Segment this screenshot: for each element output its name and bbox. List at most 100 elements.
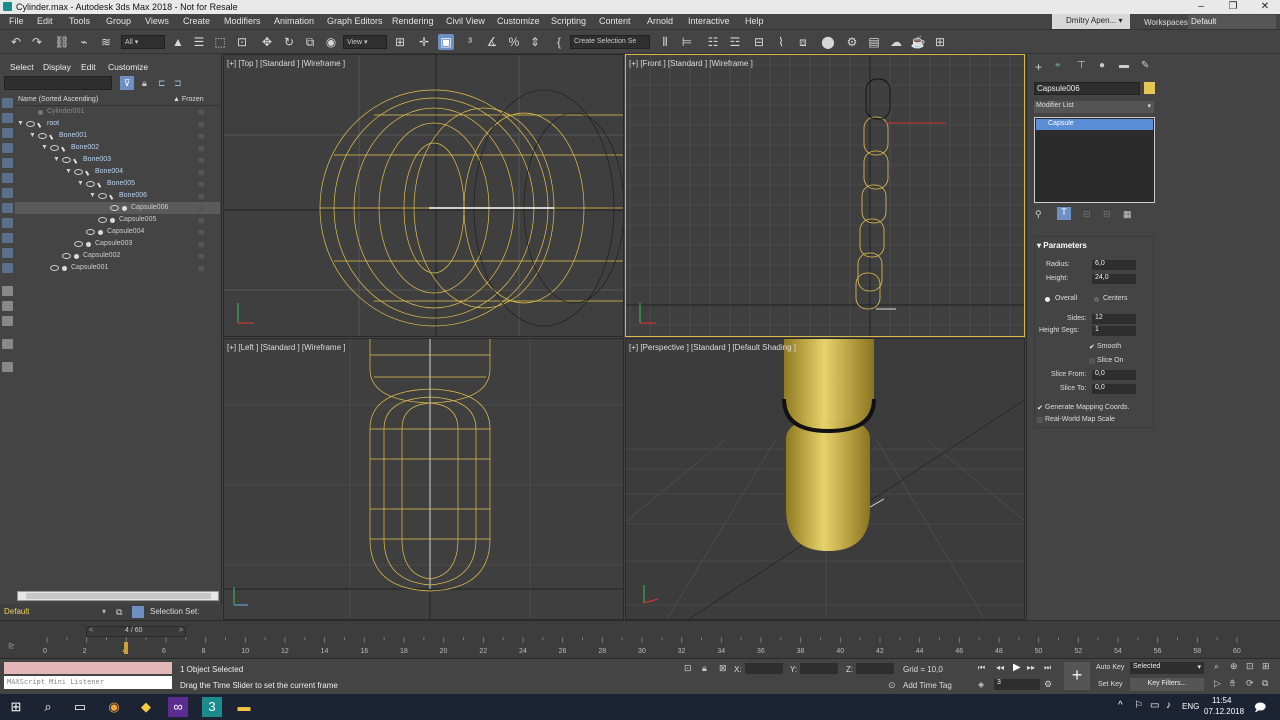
display-cameras-icon[interactable]	[2, 158, 13, 168]
display-invert-icon[interactable]	[2, 301, 13, 311]
create-tab-icon[interactable]: +	[1035, 60, 1042, 74]
overall-radio[interactable]	[1045, 297, 1050, 302]
prev-frame-icon[interactable]: ◂◂	[996, 663, 1004, 672]
menu-help[interactable]: Help	[745, 16, 764, 26]
scene-row[interactable]: ▼ Bone006	[15, 190, 220, 202]
display-children-icon[interactable]	[2, 316, 13, 326]
scene-row[interactable]: ▼ Bone004	[15, 166, 220, 178]
scene-row[interactable]: ▼ Bone005	[15, 178, 220, 190]
keyboard-shortcut-override-icon[interactable]: ▣	[438, 34, 454, 50]
notifications-icon[interactable]: 🗩︎	[1254, 699, 1266, 718]
minimize-button[interactable]: –	[1186, 1, 1216, 12]
toggle-layer-explorer-icon[interactable]: ☲	[727, 34, 743, 50]
sides-spinner[interactable]: 12	[1092, 314, 1136, 324]
expand-arrow-icon[interactable]: ▼	[53, 154, 60, 166]
expand-arrow-icon[interactable]: ▼	[89, 190, 96, 202]
key-mode-toggle-icon[interactable]: ◈	[978, 680, 984, 689]
viewport-front[interactable]: [+] [Front ] [Standard ] [Wireframe ]	[625, 54, 1025, 337]
menu-customize[interactable]: Customize	[497, 16, 540, 26]
scene-tab-customize[interactable]: Customize	[108, 62, 148, 72]
scene-row[interactable]: Capsule002	[15, 250, 220, 262]
frozen-toggle-icon[interactable]	[198, 242, 204, 247]
x-coordinate-field[interactable]	[745, 663, 783, 674]
redo-icon[interactable]: ↷	[29, 34, 45, 50]
display-groups-icon[interactable]	[2, 203, 13, 213]
z-coordinate-field[interactable]	[856, 663, 894, 674]
column-frozen-header[interactable]: ▲ Frozen	[173, 96, 204, 103]
viewport-top[interactable]: [+] [Top ] [Standard ] [Wireframe ]	[223, 54, 624, 337]
maximize-viewport-icon[interactable]: ⧉	[1262, 678, 1268, 689]
visibility-eye-icon[interactable]	[110, 205, 119, 211]
curve-editor-icon[interactable]: ⌇	[773, 34, 789, 50]
y-coordinate-field[interactable]	[800, 663, 838, 674]
lock-icon[interactable]: 🔒︎	[142, 78, 147, 89]
slice-on-checkbox[interactable]	[1089, 358, 1095, 364]
frozen-toggle-icon[interactable]	[198, 182, 204, 187]
auto-key-button[interactable]: Auto Key	[1096, 664, 1124, 671]
expand-arrow-icon[interactable]: ▼	[17, 118, 24, 130]
frozen-toggle-icon[interactable]	[198, 266, 204, 271]
zoom-icon[interactable]: ⌕	[1214, 661, 1219, 672]
filter-funnel-icon[interactable]	[2, 339, 13, 349]
rendered-frame-window-icon[interactable]: ▤	[866, 34, 882, 50]
layers-icon[interactable]: ⧉	[116, 607, 122, 618]
display-xrefs-icon[interactable]	[2, 218, 13, 228]
workspace-dropdown[interactable]: Default	[1188, 15, 1276, 29]
absolute-mode-icon[interactable]: ⊠	[719, 663, 727, 674]
scene-row[interactable]: ▼ Bone001	[15, 130, 220, 142]
menu-create[interactable]: Create	[183, 16, 210, 26]
ref-coord-dropdown[interactable]: View ▾	[343, 35, 387, 49]
frozen-toggle-icon[interactable]	[198, 146, 204, 151]
object-color-swatch[interactable]	[1144, 82, 1155, 94]
toggle-scene-explorer-icon[interactable]: ☷	[705, 34, 721, 50]
language-indicator[interactable]: ENG	[1182, 702, 1199, 711]
next-frame-icon[interactable]: ▸▸	[1027, 663, 1035, 672]
material-editor-icon[interactable]: ⬤	[820, 34, 836, 50]
clock-time[interactable]: 11:54	[1212, 696, 1231, 705]
visibility-eye-icon[interactable]	[74, 241, 83, 247]
move-icon[interactable]: ✥	[259, 34, 275, 50]
frozen-toggle-icon[interactable]	[198, 170, 204, 175]
display-bones-icon[interactable]	[2, 233, 13, 243]
select-manipulate-icon[interactable]: ✛	[416, 34, 432, 50]
viewport-top-label[interactable]: [+] [Top ] [Standard ] [Wireframe ]	[227, 59, 345, 68]
unlink-icon[interactable]: ⌁	[76, 34, 92, 50]
field-of-view-icon[interactable]: ▷	[1214, 678, 1221, 689]
display-frozen-icon[interactable]	[2, 263, 13, 273]
menu-arnold[interactable]: Arnold	[647, 16, 673, 26]
goto-start-icon[interactable]: ⏮	[978, 663, 985, 673]
rotate-icon[interactable]: ↻	[281, 34, 297, 50]
current-frame-spinner[interactable]: 3	[994, 679, 1040, 690]
scene-tab-display[interactable]: Display	[43, 62, 71, 72]
slice-to-spinner[interactable]: 0,0	[1092, 384, 1136, 394]
render-production-icon[interactable]: ☁	[888, 34, 904, 50]
visibility-eye-icon[interactable]	[86, 229, 95, 235]
clock-date[interactable]: 07.12.2018	[1204, 707, 1244, 716]
window-crossing-icon[interactable]: ⊡	[234, 34, 250, 50]
layer-dropdown-arrow-icon[interactable]: ▾	[102, 607, 106, 616]
spinner-snap-icon[interactable]: ⇕	[527, 34, 543, 50]
expand-arrow-icon[interactable]: ▼	[41, 142, 48, 154]
viewport-perspective-label[interactable]: [+] [Perspective ] [Standard ] [Default …	[629, 343, 796, 352]
column-name-header[interactable]: Name (Sorted Ascending)	[18, 96, 98, 103]
scene-row[interactable]: ▼ Bone002	[15, 142, 220, 154]
scene-tab-select[interactable]: Select	[10, 62, 34, 72]
sketch-app-icon[interactable]: ◆	[136, 697, 156, 717]
visibility-eye-icon[interactable]	[62, 253, 71, 259]
display-lights-icon[interactable]	[2, 143, 13, 153]
menu-content[interactable]: Content	[599, 16, 631, 26]
show-end-result-icon[interactable]: T	[1057, 207, 1071, 220]
set-key-button[interactable]: Set Key	[1098, 681, 1123, 688]
modifier-list-dropdown[interactable]: Modifier List ▾	[1034, 101, 1154, 113]
maxscript-listener[interactable]: MAXScript Mini Listener	[4, 676, 172, 689]
show-hidden-icons-icon[interactable]: ^	[1118, 700, 1123, 711]
scene-row[interactable]: Capsule004	[15, 226, 220, 238]
real-world-checkbox[interactable]	[1037, 417, 1043, 423]
display-all-icon[interactable]	[2, 286, 13, 296]
zoom-extents-all-icon[interactable]: ⊞	[1262, 661, 1270, 672]
stack-item-capsule[interactable]: Capsule	[1036, 119, 1153, 130]
3dsmax-icon[interactable]: 3	[202, 697, 222, 717]
smooth-checkbox[interactable]: ✔	[1089, 343, 1095, 351]
utilities-tab-icon[interactable]: ✎	[1141, 60, 1149, 71]
scene-row[interactable]: ▼ root	[15, 118, 220, 130]
